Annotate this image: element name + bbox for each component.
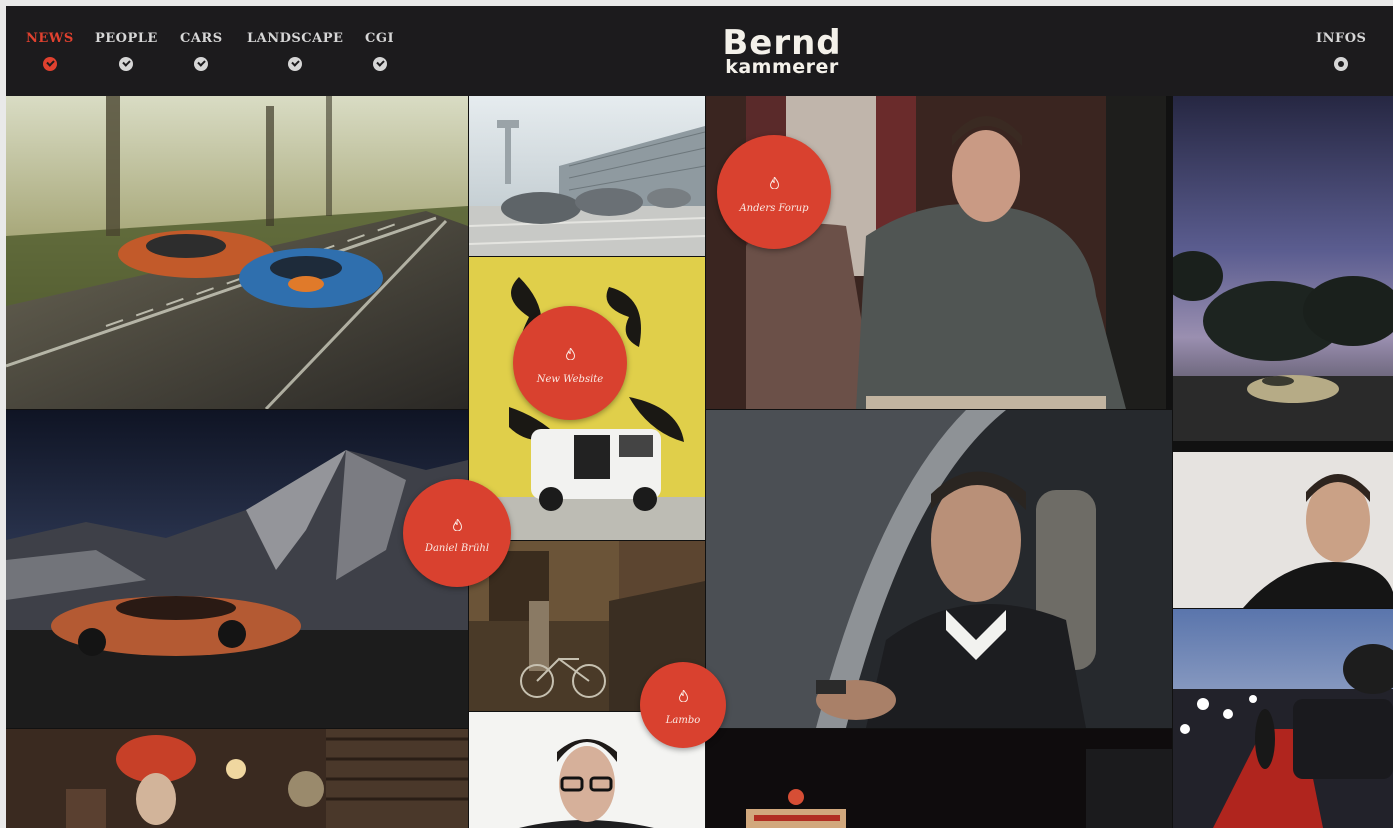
photo-smiling-man <box>1173 452 1393 608</box>
check-icon <box>119 57 134 71</box>
photo-tile-roadster-dusk[interactable] <box>1173 96 1393 441</box>
flame-icon <box>452 519 462 531</box>
app-frame: NEWS PEOPLE CARS LANDSCAPE CGI Bernd kam… <box>6 6 1393 828</box>
brand-logo[interactable]: Bernd kammerer <box>706 26 858 77</box>
news-badge-daniel-bruehl[interactable]: Daniel Brühl <box>403 479 511 587</box>
nav-item-people[interactable]: PEOPLE <box>95 31 158 71</box>
top-navigation-bar: NEWS PEOPLE CARS LANDSCAPE CGI Bernd kam… <box>6 6 1393 96</box>
check-icon <box>372 57 387 71</box>
photo-mountain-supercar <box>6 410 468 728</box>
photo-tile-red-carpet[interactable] <box>1173 609 1393 828</box>
photo-tile-costume-bar[interactable] <box>6 729 468 828</box>
check-icon <box>288 57 303 71</box>
flame-icon <box>565 348 575 360</box>
photo-racing-cars <box>6 96 468 409</box>
photo-tile-driver-portrait[interactable] <box>706 410 1172 728</box>
nav-item-cgi[interactable]: CGI <box>365 31 394 71</box>
badge-label: New Website <box>536 374 604 385</box>
nav-label-cars: CARS <box>180 31 223 46</box>
news-badge-lambo[interactable]: Lambo <box>640 662 726 748</box>
brand-logo-line2: kammerer <box>725 56 839 78</box>
news-badge-anders-forup[interactable]: Anders Forup <box>717 135 831 249</box>
photo-red-carpet <box>1173 609 1393 828</box>
photo-tile-racing-cars[interactable] <box>6 96 468 409</box>
photo-airport-cars <box>469 96 705 256</box>
photo-tile-smiling-man[interactable] <box>1173 452 1393 608</box>
photo-neon-night <box>706 729 1172 828</box>
news-badge-new-website[interactable]: New Website <box>513 306 627 420</box>
photo-tile-airport-cars[interactable] <box>469 96 705 256</box>
check-icon <box>194 57 209 71</box>
nav-item-news[interactable]: NEWS <box>26 31 74 71</box>
nav-label-landscape: LANDSCAPE <box>247 31 344 46</box>
nav-item-cars[interactable]: CARS <box>180 31 223 71</box>
info-dot-icon <box>1334 57 1349 71</box>
flame-icon <box>678 690 688 702</box>
photo-tile-neon-night[interactable] <box>706 729 1172 828</box>
photo-driver-portrait <box>706 410 1172 728</box>
flame-icon <box>769 177 779 189</box>
nav-label-people: PEOPLE <box>95 31 158 46</box>
badge-label: Lambo <box>665 715 701 726</box>
nav-label-cgi: CGI <box>365 31 395 46</box>
nav-item-landscape[interactable]: LANDSCAPE <box>247 31 343 71</box>
badge-label: Daniel Brühl <box>424 543 490 554</box>
check-icon <box>42 57 57 71</box>
nav-label-news: NEWS <box>26 31 74 46</box>
brand-logo-line1: Bernd <box>722 23 842 63</box>
photo-tile-mountain-supercar[interactable] <box>6 410 468 728</box>
photo-roadster-dusk <box>1173 96 1393 441</box>
photo-costume-bar <box>6 729 468 828</box>
nav-label-infos: INFOS <box>1316 31 1367 46</box>
badge-label: Anders Forup <box>739 203 809 214</box>
nav-item-infos[interactable]: INFOS <box>1316 31 1366 71</box>
